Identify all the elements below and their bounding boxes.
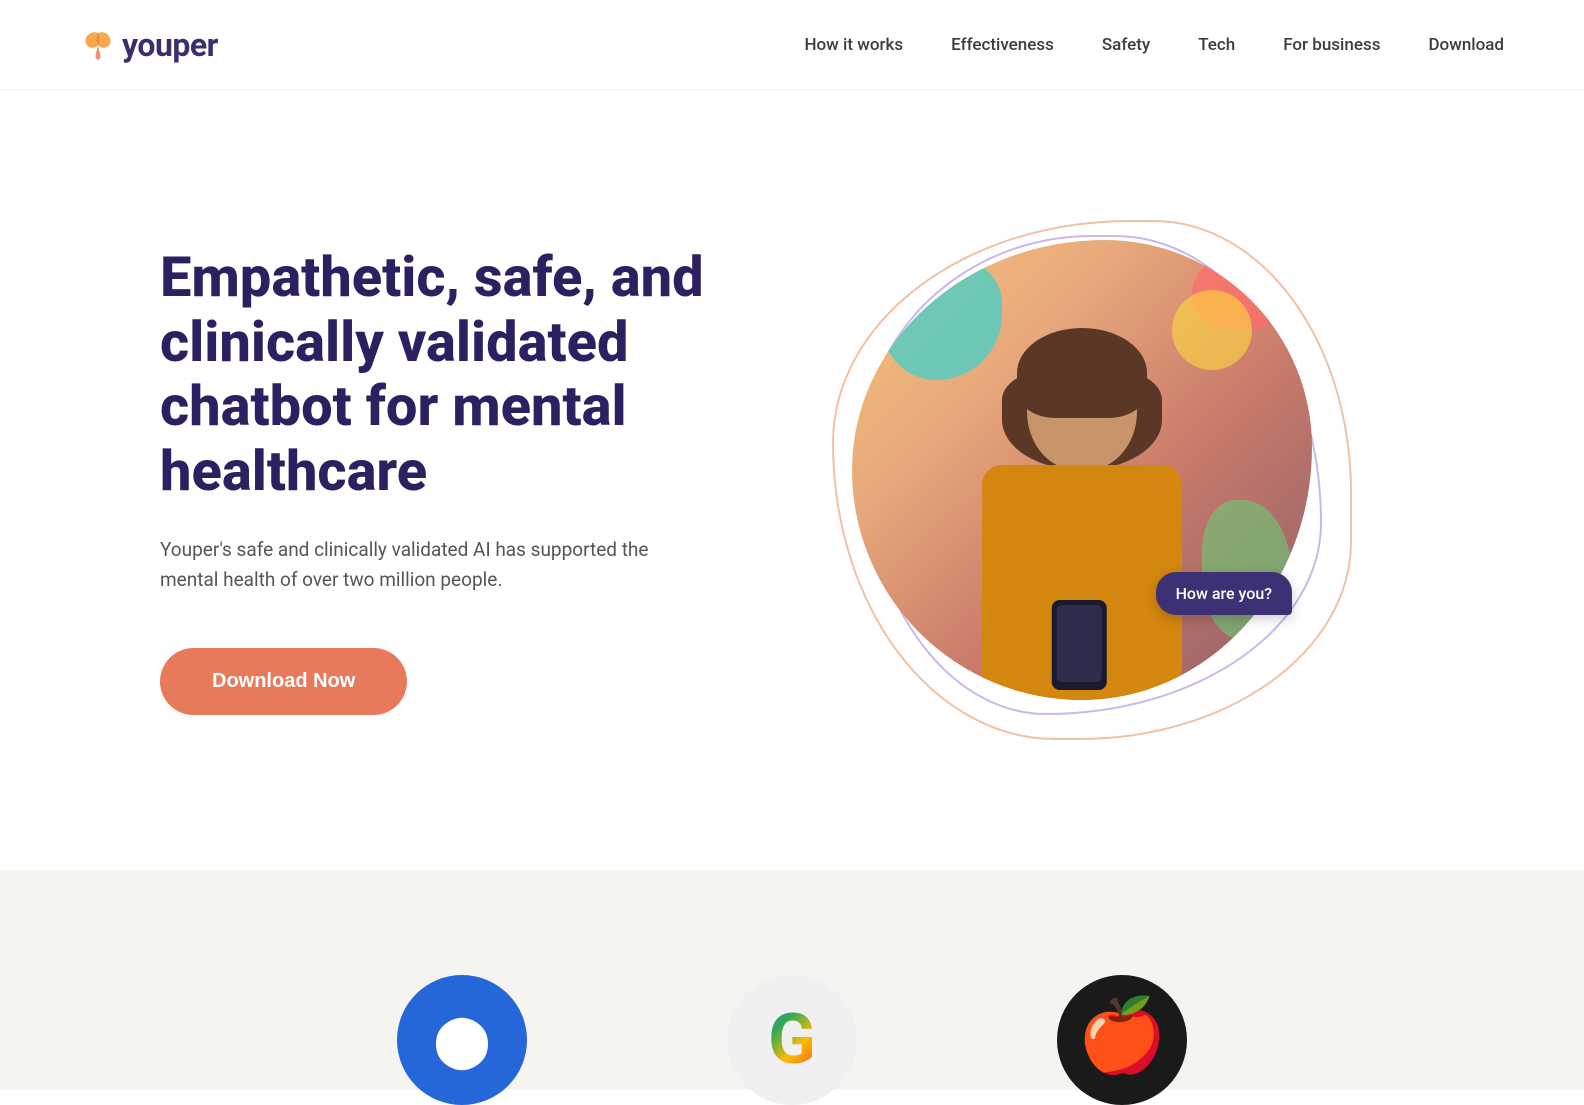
nav-link-safety[interactable]: Safety: [1102, 35, 1150, 55]
partner-logos-section: ⬤ G 🍎: [0, 870, 1584, 1090]
hero-content: Empathetic, safe, and clinically validat…: [160, 245, 760, 714]
hero-section: Empathetic, safe, and clinically validat…: [0, 90, 1584, 870]
google-g-icon: G: [768, 999, 816, 1081]
nav-link-download[interactable]: Download: [1428, 35, 1504, 55]
nav-link-effectiveness[interactable]: Effectiveness: [951, 35, 1054, 55]
woman-figure: [852, 240, 1312, 700]
hero-image: [852, 240, 1312, 700]
nav-links: How it works Effectiveness Safety Tech F…: [804, 35, 1504, 55]
nav-item-tech[interactable]: Tech: [1198, 35, 1235, 55]
bg-decoration-4: [1202, 500, 1292, 640]
nav-link-tech[interactable]: Tech: [1198, 35, 1235, 55]
partner-logo-blue: ⬤: [397, 975, 527, 1105]
blob-container: How are you?: [852, 240, 1332, 720]
apple-logo-icon: 🍎: [1077, 1000, 1167, 1072]
chat-bubble: How are you?: [1156, 572, 1292, 615]
nav-link-how-it-works[interactable]: How it works: [804, 35, 903, 55]
partner-logo-apple: 🍎: [1057, 975, 1187, 1105]
nav-link-for-business[interactable]: For business: [1283, 35, 1380, 55]
hero-title: Empathetic, safe, and clinically validat…: [160, 245, 760, 503]
nav-item-for-business[interactable]: For business: [1283, 35, 1380, 55]
partner-logo-google: G: [727, 975, 857, 1105]
person-phone: [1052, 600, 1107, 690]
nav-item-safety[interactable]: Safety: [1102, 35, 1150, 55]
youper-logo-icon: [80, 27, 116, 63]
hero-image-area: How are you?: [760, 200, 1424, 760]
person-illustration: [962, 320, 1202, 700]
navbar: youper How it works Effectiveness Safety…: [0, 0, 1584, 90]
nav-item-how-it-works[interactable]: How it works: [804, 35, 903, 55]
blue-icon-symbol: ⬤: [434, 1011, 490, 1070]
download-now-button[interactable]: Download Now: [160, 648, 407, 715]
nav-item-effectiveness[interactable]: Effectiveness: [951, 35, 1054, 55]
person-hair: [1017, 328, 1147, 418]
logo[interactable]: youper: [80, 26, 218, 64]
phone-screen: [1057, 605, 1102, 682]
hero-subtitle: Youper's safe and clinically validated A…: [160, 535, 680, 596]
brand-name: youper: [122, 26, 218, 64]
nav-item-download[interactable]: Download: [1428, 35, 1504, 55]
